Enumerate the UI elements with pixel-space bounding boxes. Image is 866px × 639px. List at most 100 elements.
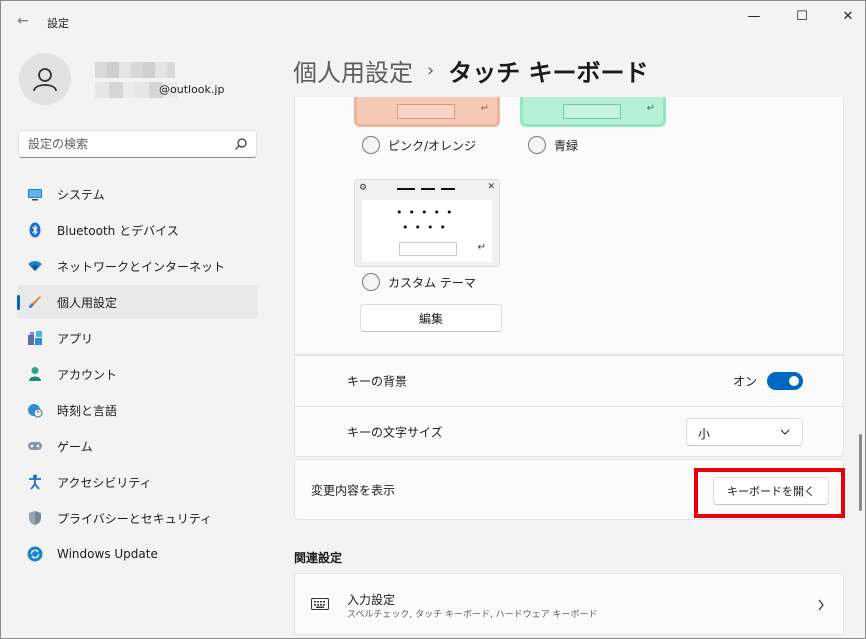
setting-key-background: キーの背景 オン <box>294 355 844 407</box>
person-icon <box>27 366 43 382</box>
minimize-button[interactable]: — <box>731 1 777 31</box>
wifi-icon <box>27 258 43 274</box>
radio-button[interactable] <box>528 136 546 154</box>
return-icon: ↵ <box>480 103 489 114</box>
sidebar-item-label: 個人用設定 <box>57 295 118 310</box>
radio-custom-theme[interactable]: カスタム テーマ <box>362 273 476 291</box>
maximize-button[interactable]: ☐ <box>779 1 825 31</box>
sidebar-item-label: ゲーム <box>57 439 93 454</box>
sidebar-item-apps[interactable]: アプリ <box>17 321 258 355</box>
space-key <box>397 104 455 119</box>
theme-card: ↵ ↵ ピンク/オレンジ 青緑 ⚙ ✕ ••••• •••• ↵ カスタム テー… <box>294 97 844 355</box>
handle-bar <box>397 188 415 190</box>
key-dots: •••• <box>402 221 452 234</box>
email-suffix: @outlook.jp <box>159 83 225 96</box>
keyboard-icon <box>311 598 329 610</box>
app-title: 設定 <box>47 17 69 30</box>
brush-icon <box>27 294 43 310</box>
radio-teal[interactable]: 青緑 <box>528 136 578 154</box>
close-button[interactable]: ✕ <box>825 1 866 31</box>
chevron-right-icon <box>818 599 824 611</box>
sidebar-item-time-language[interactable]: 時刻と言語 <box>17 393 258 427</box>
radio-label: 青緑 <box>554 138 579 153</box>
globe-clock-icon <box>27 402 43 418</box>
close-icon: ✕ <box>487 182 495 192</box>
space-key <box>399 242 457 256</box>
related-item-title: 入力設定 <box>347 593 396 607</box>
radio-button[interactable] <box>362 136 380 154</box>
sidebar-item-label: アカウント <box>57 367 118 382</box>
related-item-subtitle: スペルチェック, タッチ キーボード, ハードウェア キーボード <box>347 610 598 620</box>
sidebar-item-label: アプリ <box>57 331 94 346</box>
title-bar: ← 設定 — ☐ ✕ <box>1 1 865 37</box>
setting-label: キーの背景 <box>347 374 408 389</box>
radio-pink-orange[interactable]: ピンク/オレンジ <box>362 136 476 154</box>
breadcrumb-parent[interactable]: 個人用設定 <box>293 53 413 88</box>
key-dots: ••••• <box>396 206 459 219</box>
settings-search[interactable] <box>18 130 257 158</box>
sidebar-item-label: アクセシビリティ <box>57 475 152 490</box>
toggle-state-text: オン <box>732 374 757 389</box>
sidebar-item-system[interactable]: システム <box>17 177 258 211</box>
person-icon <box>33 68 57 92</box>
main-content: ↵ ↵ ピンク/オレンジ 青緑 ⚙ ✕ ••••• •••• ↵ カスタム テー… <box>294 97 844 639</box>
toggle-knob <box>789 376 799 386</box>
handle-bar <box>441 188 455 190</box>
sidebar-item-privacy[interactable]: プライバシーとセキュリティ <box>17 501 258 535</box>
key-background-toggle[interactable] <box>767 372 803 390</box>
keyboard-preview: ••••• •••• ↵ <box>362 200 492 262</box>
update-icon <box>27 546 43 562</box>
theme-preview-pink-orange[interactable]: ↵ <box>354 97 500 127</box>
sidebar-item-windows-update[interactable]: Windows Update <box>17 537 258 571</box>
gear-icon: ⚙ <box>359 183 368 193</box>
space-key <box>563 104 621 119</box>
sidebar-nav: システム Bluetooth とデバイス ネットワークとインターネット 個人用設… <box>17 177 258 573</box>
redacted-name <box>95 62 175 78</box>
edit-button[interactable]: 編集 <box>360 304 502 332</box>
gamepad-icon <box>27 438 43 454</box>
chevron-down-icon <box>780 429 790 435</box>
handle-bar <box>421 188 435 190</box>
sidebar-item-bluetooth[interactable]: Bluetooth とデバイス <box>17 213 258 247</box>
sidebar-item-accessibility[interactable]: アクセシビリティ <box>17 465 258 499</box>
search-icon[interactable] <box>234 137 248 151</box>
radio-label: カスタム テーマ <box>388 275 476 290</box>
avatar <box>19 53 71 105</box>
breadcrumb: 個人用設定 › タッチ キーボード <box>293 53 649 88</box>
breadcrumb-separator: › <box>427 60 435 81</box>
theme-preview-teal[interactable]: ↵ <box>520 97 666 127</box>
scrollbar[interactable] <box>859 434 862 511</box>
sidebar-item-label: Windows Update <box>57 547 158 561</box>
sidebar-item-accounts[interactable]: アカウント <box>17 357 258 391</box>
sidebar-item-label: システム <box>57 187 105 202</box>
settings-window: ← 設定 — ☐ ✕ @outlook.jp システム <box>0 0 866 639</box>
search-input[interactable] <box>19 131 219 157</box>
radio-label: ピンク/オレンジ <box>388 138 477 153</box>
setting-label: キーの文字サイズ <box>347 425 443 439</box>
setting-key-text-size: キーの文字サイズ 小 <box>294 407 844 457</box>
sidebar-item-label: 時刻と言語 <box>57 403 118 418</box>
theme-preview-custom[interactable]: ⚙ ✕ ••••• •••• ↵ <box>354 179 500 267</box>
sidebar-item-network[interactable]: ネットワークとインターネット <box>17 249 258 283</box>
sidebar-item-personalization[interactable]: 個人用設定 <box>17 285 258 319</box>
accessibility-icon <box>27 474 43 490</box>
radio-button[interactable] <box>362 273 380 291</box>
bluetooth-icon <box>27 222 43 238</box>
select-value: 小 <box>698 426 711 441</box>
setting-label: 変更内容を表示 <box>311 483 396 497</box>
sidebar-item-gaming[interactable]: ゲーム <box>17 429 258 463</box>
shield-icon <box>27 510 43 526</box>
back-button[interactable]: ← <box>11 11 35 31</box>
key-text-size-select[interactable]: 小 <box>686 417 803 446</box>
sidebar-item-label: ネットワークとインターネット <box>57 259 226 274</box>
monitor-icon <box>27 186 43 202</box>
highlight-annotation <box>694 468 845 518</box>
related-item-input-settings[interactable]: 入力設定 スペルチェック, タッチ キーボード, ハードウェア キーボード <box>294 573 844 635</box>
page-title: タッチ キーボード <box>448 59 649 87</box>
return-icon: ↵ <box>646 103 655 114</box>
sidebar-item-label: Bluetooth とデバイス <box>57 223 179 238</box>
apps-icon <box>27 330 43 346</box>
related-settings-title: 関連設定 <box>294 551 343 565</box>
return-icon: ↵ <box>477 242 486 253</box>
sidebar-item-label: プライバシーとセキュリティ <box>57 511 213 526</box>
